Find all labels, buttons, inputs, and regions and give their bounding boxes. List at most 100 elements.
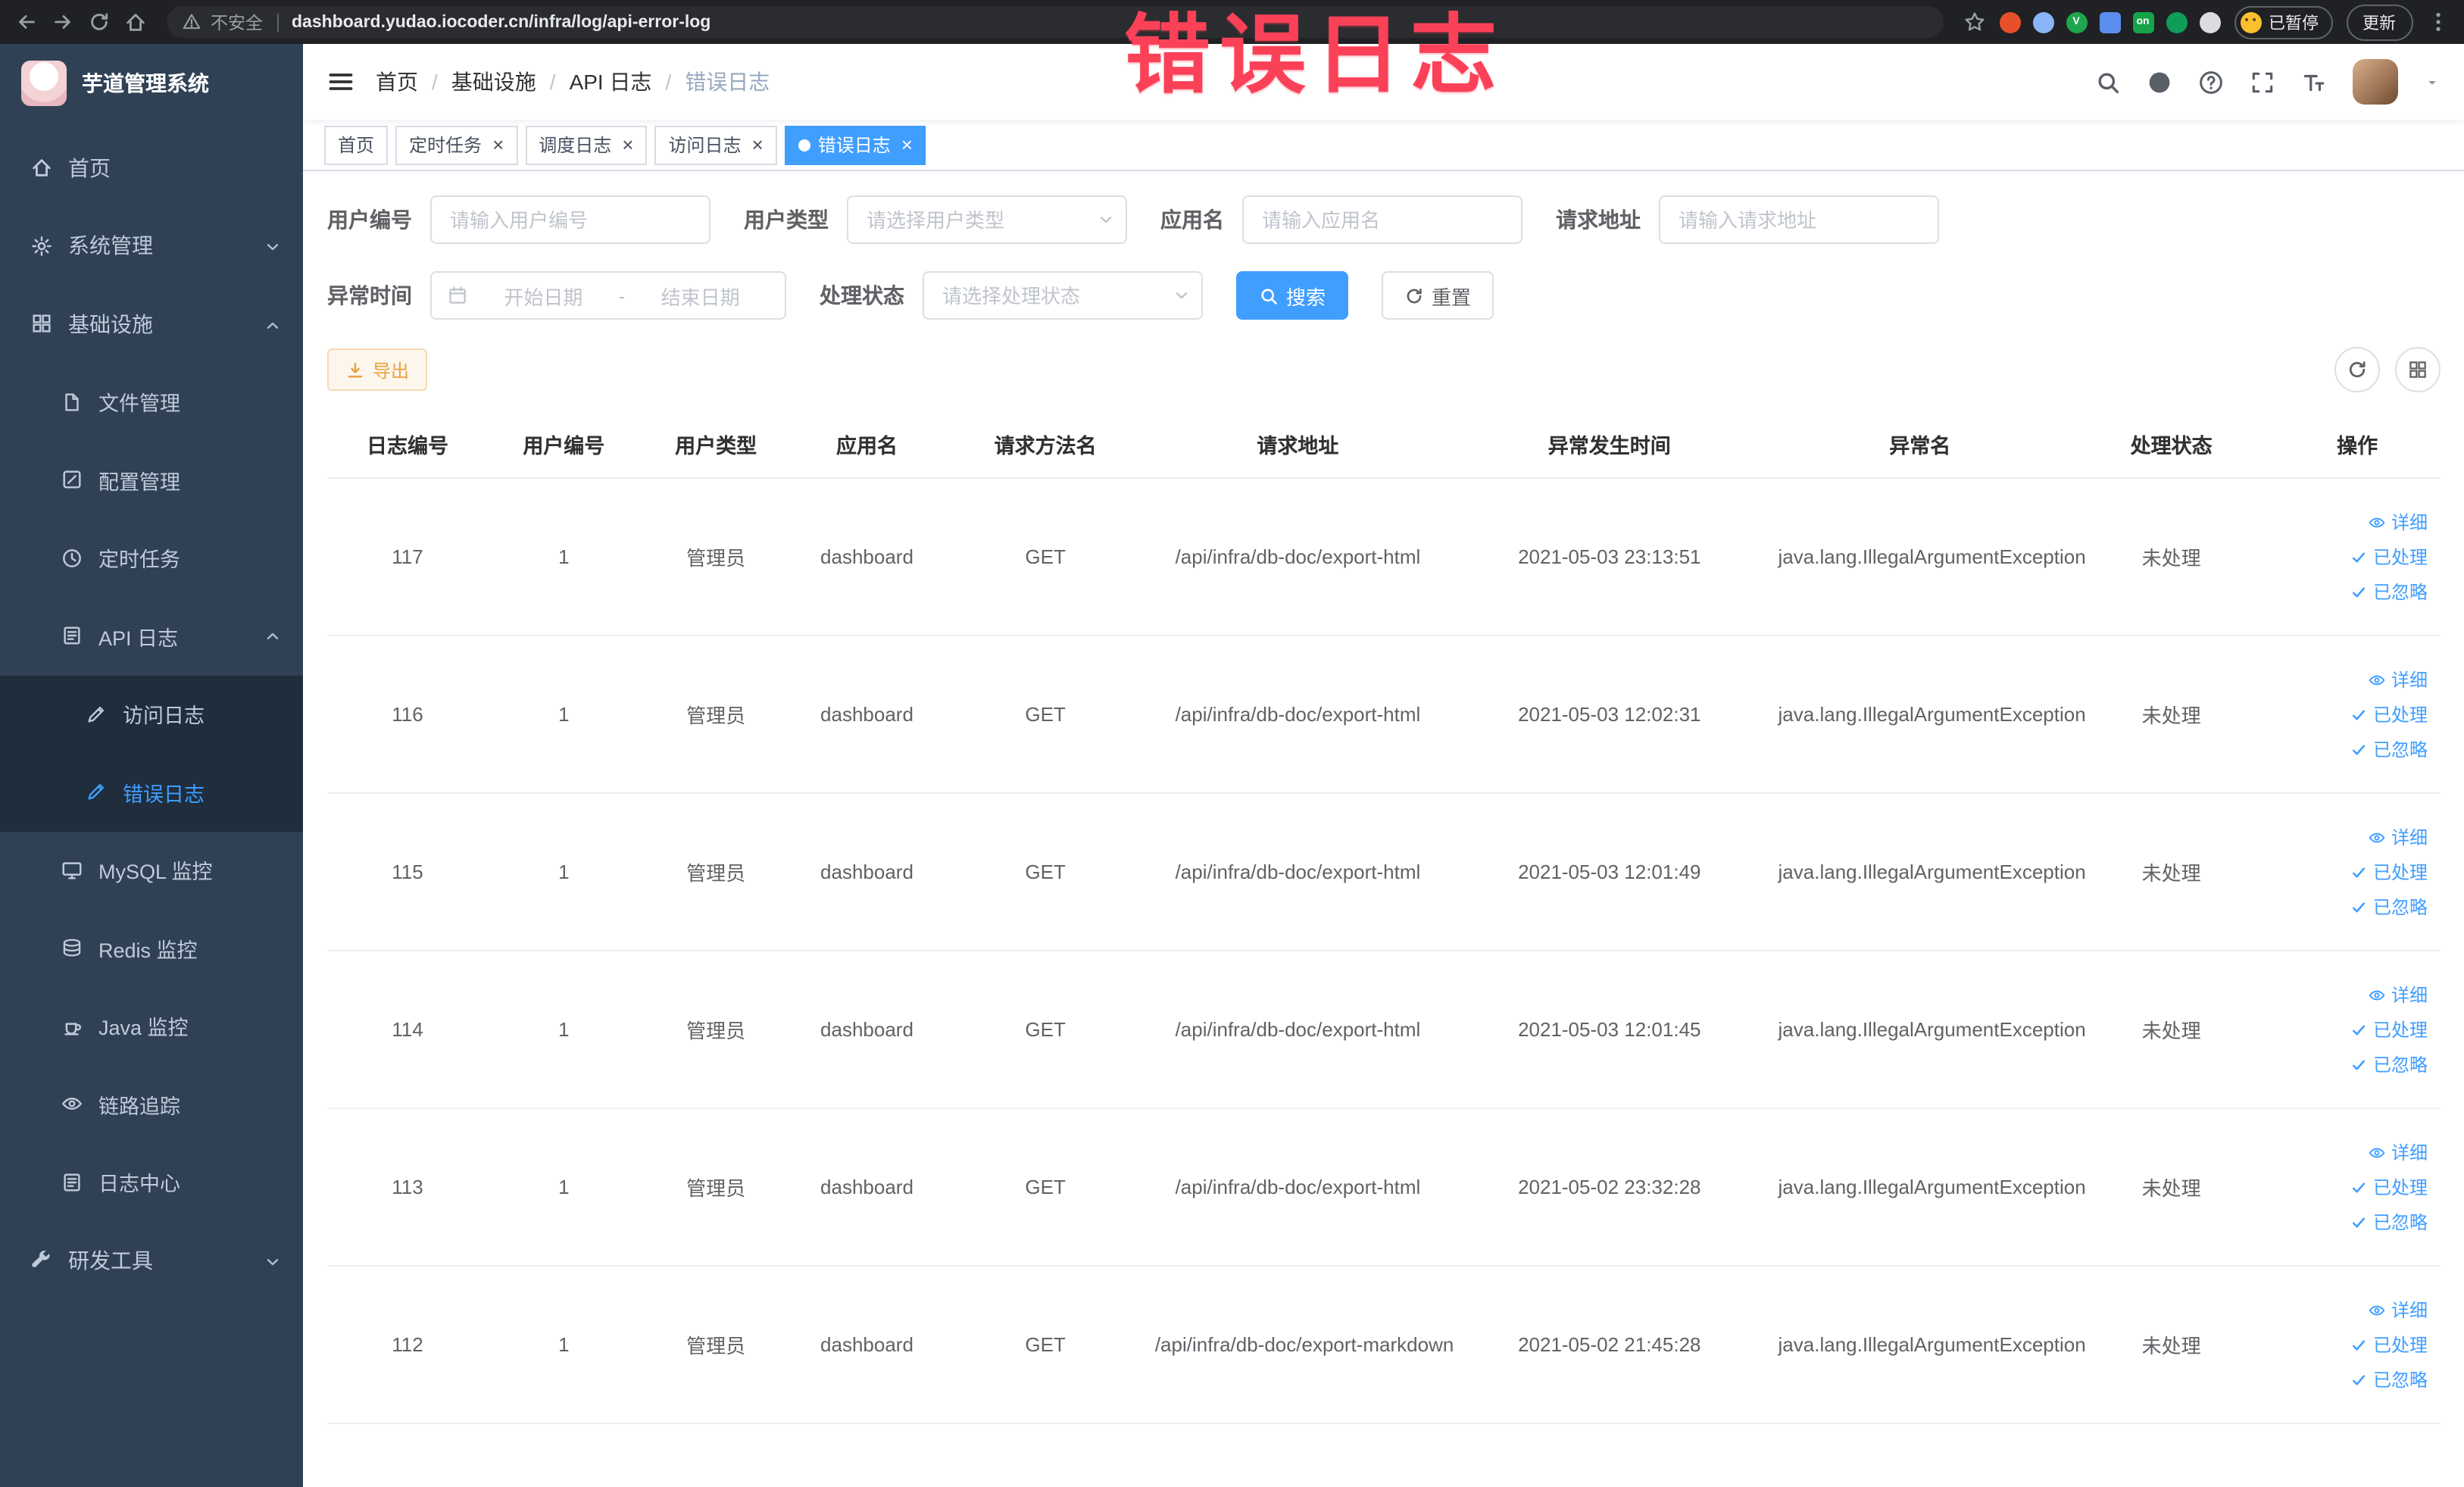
action-ignored-link[interactable]: 已忽略 (2350, 1367, 2428, 1392)
breadcrumb-item-1[interactable]: 首页 (376, 67, 418, 97)
sidebar-item-14[interactable]: 日志中心 (0, 1143, 303, 1221)
action-processed-link[interactable]: 已处理 (2350, 859, 2428, 885)
tab-5[interactable]: 错误日志 × (784, 125, 926, 164)
cell-url: /api/infra/db-doc/export-html (1148, 1108, 1447, 1267)
cell-url: /api/infra/db-doc/export-html (1148, 951, 1447, 1109)
process-status-select[interactable] (923, 271, 1203, 320)
user-avatar[interactable] (2352, 59, 2397, 105)
search-button-label: 搜索 (1286, 286, 1326, 308)
search-icon[interactable] (2094, 69, 2120, 95)
sidebar-item-5[interactable]: 配置管理 (0, 441, 303, 519)
refresh-icon (2346, 359, 2367, 380)
action-ignored-link[interactable]: 已忽略 (2350, 1209, 2428, 1235)
column-header-2: 用户编号 (487, 411, 640, 479)
sidebar-item-6[interactable]: 定时任务 (0, 519, 303, 597)
tab-3[interactable]: 调度日志 × (525, 125, 648, 164)
back-icon[interactable] (15, 11, 38, 33)
search-button[interactable]: 搜索 (1236, 271, 1349, 320)
cell-id: 114 (327, 951, 488, 1109)
reset-button[interactable]: 重置 (1382, 271, 1494, 320)
action-detail-link[interactable]: 详细 (2369, 1139, 2428, 1165)
forward-icon[interactable] (52, 11, 74, 33)
action-ignored-link[interactable]: 已忽略 (2350, 1051, 2428, 1077)
tab-1[interactable]: 首页 (324, 125, 389, 164)
check-icon (2350, 583, 2369, 601)
extension-v-icon[interactable]: V (2066, 11, 2087, 33)
sidebar-item-label: API 日志 (98, 626, 179, 650)
action-processed-link[interactable]: 已处理 (2350, 544, 2428, 570)
extension-paw-icon[interactable] (2199, 11, 2220, 33)
update-button[interactable]: 更新 (2346, 4, 2412, 40)
fullscreen-icon[interactable] (2249, 69, 2275, 95)
extension-grid-icon[interactable] (2099, 11, 2120, 33)
reload-icon[interactable] (88, 11, 111, 33)
tab-2[interactable]: 定时任务 × (395, 125, 518, 164)
close-icon[interactable]: × (901, 135, 913, 155)
github-icon[interactable] (2146, 69, 2172, 95)
extension-drop-icon[interactable] (2032, 11, 2053, 33)
app-name-input[interactable] (1242, 195, 1522, 244)
check-icon (2350, 898, 2369, 916)
action-processed-link[interactable]: 已处理 (2350, 1332, 2428, 1357)
check-icon (2350, 740, 2369, 758)
sidebar-item-4[interactable]: 文件管理 (0, 363, 303, 441)
address-bar[interactable]: 不安全 dashboard.yudao.iocoder.cn/infra/log… (167, 6, 1943, 38)
cell-method: GET (942, 1108, 1149, 1267)
sidebar-item-9[interactable]: 错误日志 (0, 753, 303, 831)
sidebar-item-15[interactable]: 研发工具 (0, 1221, 303, 1299)
action-detail-link[interactable]: 详细 (2369, 667, 2428, 692)
breadcrumb-item-3[interactable]: API 日志 (570, 67, 652, 97)
action-processed-link[interactable]: 已处理 (2350, 1017, 2428, 1042)
app-name-label: 应用名 (1160, 208, 1224, 232)
sidebar-item-3[interactable]: 基础设施 (0, 285, 303, 363)
extension-leaf-icon[interactable] (2166, 11, 2187, 33)
close-icon[interactable]: × (622, 135, 633, 155)
request-url-input[interactable] (1659, 195, 1939, 244)
tab-4[interactable]: 访问日志 × (654, 125, 777, 164)
sidebar-item-8[interactable]: 访问日志 (0, 675, 303, 753)
logo[interactable]: 芋道管理系统 (0, 44, 303, 123)
user-id-input[interactable] (430, 195, 710, 244)
table-row: 113 1 管理员 dashboard GET/api/infra/db-doc/exp… (327, 1108, 2440, 1267)
sidebar-item-7[interactable]: API 日志 (0, 597, 303, 675)
font-size-icon[interactable] (2300, 69, 2326, 95)
sidebar-item-11[interactable]: Redis 监控 (0, 909, 303, 987)
action-ignored-link[interactable]: 已忽略 (2350, 894, 2428, 920)
process-status-input[interactable] (923, 271, 1203, 320)
hamburger-icon[interactable] (327, 68, 354, 95)
action-ignored-link[interactable]: 已忽略 (2350, 736, 2428, 762)
extension-on-icon[interactable]: on (2132, 11, 2153, 33)
user-type-select[interactable] (847, 195, 1127, 244)
paused-badge[interactable]: 已暂停 (2234, 5, 2332, 39)
sidebar-item-label: 定时任务 (98, 548, 180, 572)
action-detail-link[interactable]: 详细 (2369, 509, 2428, 535)
sidebar-item-13[interactable]: 链路追踪 (0, 1065, 303, 1143)
browser-menu-icon[interactable] (2426, 11, 2449, 33)
action-processed-link[interactable]: 已处理 (2350, 701, 2428, 727)
sidebar-item-2[interactable]: 系统管理 (0, 207, 303, 285)
action-detail-link[interactable]: 详细 (2369, 824, 2428, 850)
chevron-up-icon (264, 315, 282, 333)
export-button[interactable]: 导出 (327, 348, 428, 391)
column-settings-button[interactable] (2394, 347, 2440, 392)
bookmark-icon[interactable] (1963, 11, 1985, 33)
sidebar-item-1[interactable]: 首页 (0, 129, 303, 207)
refresh-table-button[interactable] (2334, 347, 2379, 392)
date-range-picker[interactable]: 开始日期 - 结束日期 (430, 271, 786, 320)
action-detail-link[interactable]: 详细 (2369, 982, 2428, 1007)
home-icon[interactable] (124, 11, 147, 33)
sidebar-item-10[interactable]: MySQL 监控 (0, 831, 303, 909)
sidebar-item-12[interactable]: Java 监控 (0, 987, 303, 1065)
action-ignored-link[interactable]: 已忽略 (2350, 579, 2428, 604)
cell-method: GET (942, 951, 1149, 1109)
help-icon[interactable] (2197, 69, 2223, 95)
close-icon[interactable]: × (492, 135, 504, 155)
extension-orange-icon[interactable] (1999, 11, 2020, 33)
action-processed-link[interactable]: 已处理 (2350, 1174, 2428, 1200)
divider (276, 13, 278, 31)
breadcrumb-item-2[interactable]: 基础设施 (451, 67, 536, 97)
user-type-input[interactable] (847, 195, 1127, 244)
close-icon[interactable]: × (752, 135, 764, 155)
chevron-down-icon[interactable] (2423, 73, 2440, 90)
action-detail-link[interactable]: 详细 (2369, 1297, 2428, 1323)
